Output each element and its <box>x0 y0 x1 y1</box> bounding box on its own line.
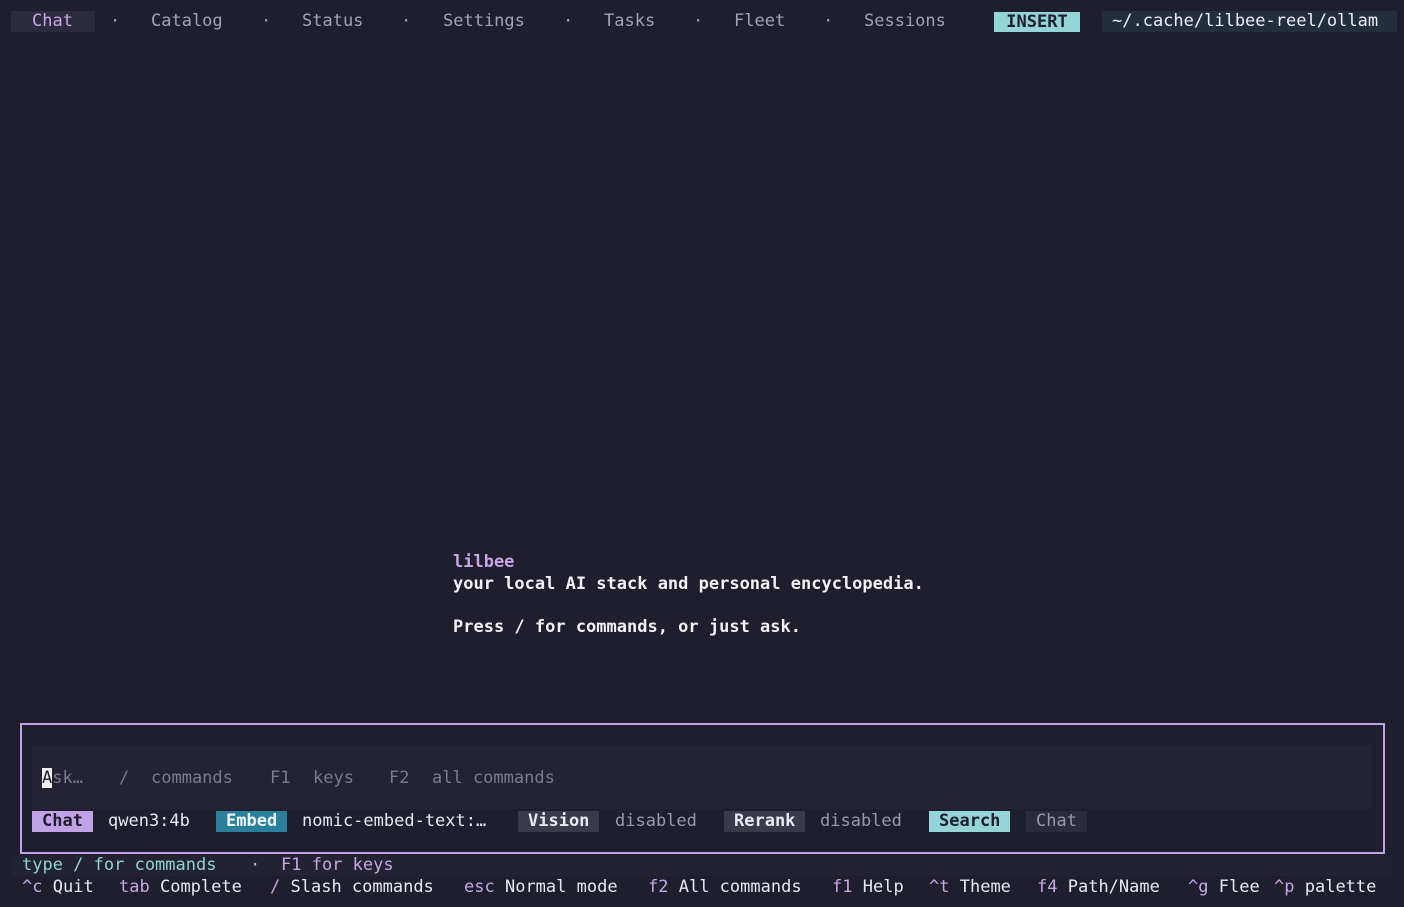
embed-model-value: nomic-embed-text:… <box>302 811 487 831</box>
footer-hint-bar <box>12 855 1392 876</box>
hint-keys: keys <box>313 768 354 788</box>
hint-f1-key: F1 <box>270 768 291 788</box>
hint-all-commands: all commands <box>432 768 555 788</box>
shortcut-theme[interactable]: ^t Theme <box>929 877 1011 898</box>
hint-f2-key: F2 <box>389 768 410 788</box>
tab-settings[interactable]: Settings <box>433 11 535 32</box>
search-mode-value[interactable]: Chat <box>1026 811 1087 832</box>
vision-model-value: disabled <box>615 811 697 831</box>
hint-commands: commands <box>151 768 233 788</box>
tab-separator: · <box>401 11 412 31</box>
chat-input[interactable] <box>32 745 1372 809</box>
tab-separator: · <box>563 11 574 31</box>
text-cursor: A <box>42 768 53 788</box>
placeholder-text: sk… <box>52 768 83 788</box>
shortcut-complete[interactable]: tab Complete <box>119 877 242 898</box>
chat-model-value: qwen3:4b <box>108 811 190 831</box>
tab-sessions[interactable]: Sessions <box>854 11 956 32</box>
footer-hint-keys: F1 for keys <box>281 855 394 875</box>
current-path: ~/.cache/lilbee-reel/ollam <box>1102 11 1397 32</box>
mode-indicator: INSERT <box>994 12 1080 32</box>
shortcut-all-commands[interactable]: f2 All commands <box>648 877 802 898</box>
app-tagline: your local AI stack and personal encyclo… <box>453 574 924 594</box>
tab-separator: · <box>823 11 834 31</box>
app-name: lilbee <box>453 552 515 572</box>
tab-separator: · <box>110 11 121 31</box>
rerank-model-chip[interactable]: Rerank <box>724 811 806 832</box>
shortcut-help[interactable]: f1 Help <box>832 877 904 898</box>
shortcut-fleet[interactable]: ^g Flee <box>1188 877 1260 898</box>
input-placeholder[interactable]: Ask… <box>42 768 83 789</box>
shortcut-slash-commands[interactable]: / Slash commands <box>270 877 434 898</box>
tab-chat[interactable]: Chat <box>11 11 95 32</box>
tab-separator: · <box>261 11 272 31</box>
tab-catalog[interactable]: Catalog <box>141 11 233 32</box>
footer-hint-dot: · <box>250 855 261 875</box>
tab-separator: · <box>693 11 704 31</box>
embed-model-chip[interactable]: Embed <box>216 811 288 832</box>
tab-tasks[interactable]: Tasks <box>594 11 665 32</box>
footer-hint-commands: type / for commands <box>22 855 217 875</box>
welcome-prompt: Press / for commands, or just ask. <box>453 617 801 637</box>
vision-model-chip[interactable]: Vision <box>518 811 600 832</box>
shortcut-palette[interactable]: ^p palette <box>1274 877 1376 898</box>
shortcut-normal-mode[interactable]: esc Normal mode <box>464 877 618 898</box>
hint-slash-key: / <box>119 768 130 788</box>
tab-status[interactable]: Status <box>292 11 373 32</box>
search-mode-chip[interactable]: Search <box>929 811 1011 832</box>
shortcut-quit[interactable]: ^c Quit <box>22 877 94 898</box>
tab-fleet[interactable]: Fleet <box>724 11 795 32</box>
shortcut-path-name[interactable]: f4 Path/Name <box>1037 877 1160 898</box>
chat-model-chip[interactable]: Chat <box>32 811 93 832</box>
rerank-model-value: disabled <box>820 811 902 831</box>
